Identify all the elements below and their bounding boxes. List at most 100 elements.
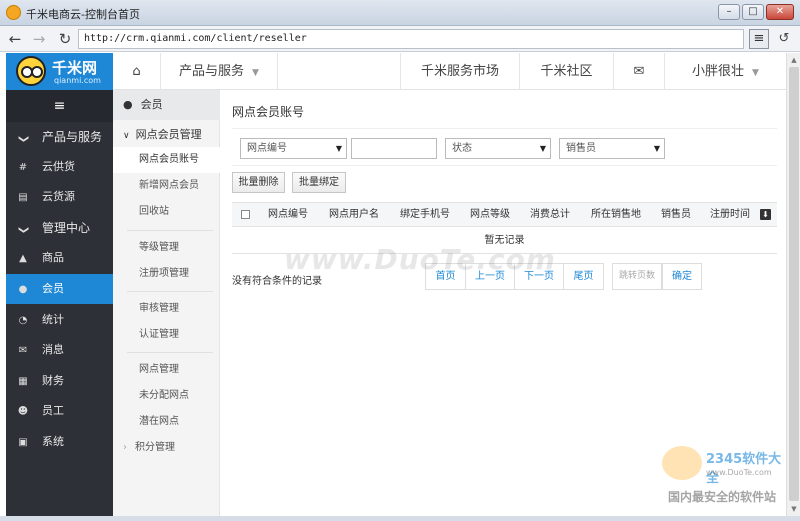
back-arrow-icon[interactable]: ←: [6, 30, 24, 48]
window-title: 千米电商云-控制台首页: [26, 8, 140, 21]
sidebar-item-label: 云供货: [42, 160, 75, 173]
sidebar-item-label: 员工: [42, 404, 64, 417]
submenu-item-outlet-management[interactable]: 网点管理: [113, 357, 220, 383]
column-header[interactable]: 销售员: [656, 203, 696, 227]
stats-icon: ◔: [18, 315, 28, 326]
system-icon: ▣: [18, 437, 28, 448]
batch-bind-button[interactable]: 批量绑定: [292, 172, 346, 193]
mail-icon[interactable]: ✉: [614, 53, 664, 90]
watermark-slogan: 国内最安全的软件站: [668, 490, 777, 504]
home-icon[interactable]: ⌂: [113, 53, 160, 90]
submenu-item-unassigned-outlets[interactable]: 未分配网点: [113, 383, 220, 409]
divider: [277, 53, 278, 90]
mascot-logo-icon: [16, 56, 46, 86]
product-icon: ▲: [19, 253, 27, 264]
nav-service-market[interactable]: 千米服务市场: [401, 53, 519, 90]
submenu-item-registration-fields[interactable]: 注册项管理: [113, 261, 220, 287]
sidebar-item-cloud-source[interactable]: ▤ 云货源: [6, 182, 113, 212]
user-name: 小胖很壮: [692, 64, 745, 79]
watermark-url: www.DuoTe.com: [706, 468, 772, 477]
browser-toolbar: ← → ↻ http://crm.qianmi.com/client/resel…: [0, 26, 800, 52]
staff-icon: ☻: [17, 406, 29, 417]
nav-product-services[interactable]: 产品与服务 ▼: [161, 53, 277, 90]
sidebar-item-statistics[interactable]: ◔ 统计: [6, 305, 113, 335]
browser-settings-icon[interactable]: ↺: [774, 29, 794, 49]
chevron-down-icon: ▼: [752, 68, 759, 78]
app-logo-icon: [6, 5, 21, 20]
sidebar-item-label: 产品与服务: [42, 130, 103, 144]
page-title: 网点会员账号: [232, 105, 305, 119]
maximize-button[interactable]: □: [742, 4, 764, 20]
site-logo[interactable]: 千米网 qianmi.com: [6, 53, 113, 90]
submenu-group-outlet-members[interactable]: ∨ 网点会员管理: [113, 122, 220, 148]
top-navigation: ⌂ 产品与服务 ▼ 千米服务市场 千米社区 ✉ 小胖很壮 ▼: [113, 53, 786, 90]
submenu-item-certification[interactable]: 认证管理: [113, 322, 220, 348]
sidebar-group-product-services[interactable]: ❯ 产品与服务: [6, 122, 113, 152]
sidebar-item-cloud-supply[interactable]: # 云供货: [6, 152, 113, 182]
main-sidebar: ≡ ❯ 产品与服务 # 云供货 ▤ 云货源 ❯ 管理中心 ▲ 商品 ● 会员 ◔ 统计 ✉ 消息…: [6, 90, 113, 516]
sidebar-item-system[interactable]: ▣ 系统: [6, 427, 113, 457]
status-select[interactable]: 状态 ▼: [445, 138, 551, 159]
sidebar-item-label: 会员: [42, 282, 64, 295]
mascot-watermark-icon: [662, 446, 702, 480]
select-value: 状态: [452, 143, 472, 154]
member-icon: ●: [123, 98, 133, 111]
sidebar-item-staff[interactable]: ☻ 员工: [6, 396, 113, 426]
browser-menu-icon[interactable]: ≡: [749, 29, 769, 49]
select-all-checkbox[interactable]: [241, 210, 250, 219]
submenu-item-potential-outlets[interactable]: 潜在网点: [113, 409, 220, 435]
chevron-down-icon: ▼: [252, 68, 259, 78]
salesperson-select[interactable]: 销售员 ▼: [559, 138, 665, 159]
submenu-item-recycle-bin[interactable]: 回收站: [113, 199, 220, 225]
batch-delete-button[interactable]: 批量删除: [232, 172, 285, 193]
submenu-item-points[interactable]: › 积分管理: [113, 435, 220, 461]
sidebar-item-products[interactable]: ▲ 商品: [6, 243, 113, 273]
window-titlebar: 千米电商云-控制台首页 – □ ✕: [0, 0, 800, 26]
message-icon: ✉: [18, 345, 28, 356]
source-icon: ▤: [18, 192, 28, 203]
divider: [127, 230, 213, 231]
outlet-number-select[interactable]: 网点编号 ▼: [240, 138, 347, 159]
close-button[interactable]: ✕: [766, 4, 794, 20]
column-header[interactable]: 所在销售地: [584, 203, 648, 227]
column-header[interactable]: 网点等级: [464, 203, 516, 227]
submenu-item-level-management[interactable]: 等级管理: [113, 235, 220, 261]
chevron-down-icon: ❯: [18, 225, 29, 235]
nav-community[interactable]: 千米社区: [520, 53, 613, 90]
sidebar-group-management[interactable]: ❯ 管理中心: [6, 213, 113, 243]
minimize-button[interactable]: –: [718, 4, 740, 20]
submenu-header: ● 会员: [113, 90, 220, 120]
forward-arrow-icon[interactable]: →: [30, 30, 48, 48]
secondary-menu: ● 会员 ∨ 网点会员管理 网点会员账号 新增网点会员 回收站 等级管理 注册项管理…: [113, 90, 220, 516]
sidebar-item-members[interactable]: ● 会员: [6, 274, 113, 304]
hamburger-menu-icon[interactable]: ≡: [6, 90, 113, 122]
download-icon[interactable]: ⬇: [760, 209, 771, 220]
column-header[interactable]: 注册时间: [704, 203, 756, 227]
sidebar-item-messages[interactable]: ✉ 消息: [6, 335, 113, 365]
sidebar-item-finance[interactable]: ▦ 财务: [6, 366, 113, 396]
column-header[interactable]: 消费总计: [524, 203, 576, 227]
logo-brand: 千米网: [52, 59, 98, 77]
submenu-item-label: 积分管理: [135, 442, 175, 453]
duote-watermark: www.DuoTe.com: [284, 243, 556, 276]
user-menu[interactable]: 小胖很壮 ▼: [665, 53, 786, 90]
column-header[interactable]: 网点用户名: [322, 203, 386, 227]
submenu-item-outlet-accounts[interactable]: 网点会员账号: [113, 147, 220, 173]
jump-page-input[interactable]: 跳转页数: [612, 263, 662, 290]
submenu-item-add-outlet-member[interactable]: 新增网点会员: [113, 173, 220, 199]
sidebar-item-label: 统计: [42, 313, 64, 326]
column-header[interactable]: 网点编号: [262, 203, 314, 227]
scrollbar-thumb[interactable]: [789, 67, 799, 501]
sidebar-item-label: 系统: [42, 435, 64, 448]
column-header[interactable]: 绑定手机号: [394, 203, 456, 227]
finance-icon: ▦: [18, 376, 28, 387]
outlet-number-input[interactable]: [351, 138, 437, 159]
jump-confirm-button[interactable]: 确定: [662, 263, 702, 290]
reload-icon[interactable]: ↻: [56, 30, 74, 48]
last-page-button[interactable]: 尾页: [563, 263, 604, 290]
address-bar[interactable]: http://crm.qianmi.com/client/reseller: [78, 29, 744, 49]
submenu-item-audit-management[interactable]: 审核管理: [113, 296, 220, 322]
scroll-up-icon[interactable]: ▲: [789, 55, 799, 65]
filter-bar: 网点编号 ▼ 状态 ▼ 销售员 ▼: [232, 128, 777, 166]
divider: [127, 352, 213, 353]
